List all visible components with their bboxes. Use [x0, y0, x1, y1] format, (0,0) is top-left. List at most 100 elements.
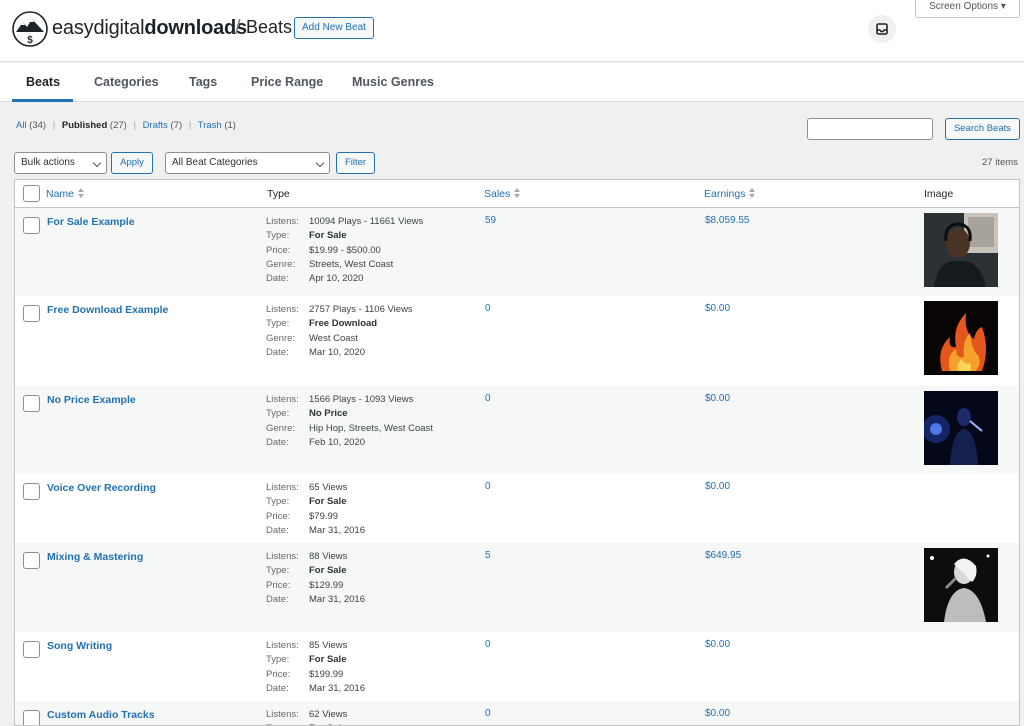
- beat-title-link[interactable]: Free Download Example: [47, 304, 168, 316]
- beat-category-select[interactable]: All Beat Categories: [165, 152, 330, 174]
- table-row: Custom Audio TracksListens:62 ViewsType:…: [15, 701, 1019, 725]
- chevron-down-icon: [315, 158, 325, 168]
- title-separator: /: [235, 17, 241, 39]
- meta-label: Listens:: [266, 482, 299, 493]
- column-name-header[interactable]: Name: [46, 188, 85, 200]
- apply-button[interactable]: Apply: [111, 152, 153, 174]
- meta-line: Type: Free Download: [266, 317, 413, 331]
- beat-title-link[interactable]: For Sale Example: [47, 216, 135, 228]
- meta-label: Type:: [266, 496, 290, 508]
- column-sales-header[interactable]: Sales: [484, 188, 521, 200]
- meta-label: Price:: [266, 579, 291, 591]
- meta-label: Price:: [266, 668, 291, 680]
- filter-all[interactable]: All: [16, 120, 27, 131]
- beat-thumbnail[interactable]: [924, 301, 998, 375]
- svg-text:$: $: [27, 35, 33, 46]
- tab-beats[interactable]: Beats: [26, 75, 60, 89]
- sales-link[interactable]: 0: [485, 481, 491, 492]
- meta-value: Mar 31, 2016: [309, 593, 365, 605]
- earnings-link[interactable]: $0.00: [705, 639, 730, 650]
- meta-label: Date:: [266, 682, 289, 694]
- edd-logo-icon: $: [12, 11, 48, 47]
- sort-icon: [78, 188, 85, 198]
- meta-label: Date:: [266, 524, 289, 536]
- row-checkbox[interactable]: [23, 552, 40, 569]
- beat-title-link[interactable]: Voice Over Recording: [47, 482, 156, 494]
- beat-title-link[interactable]: No Price Example: [47, 394, 136, 406]
- search-beats-button[interactable]: Search Beats: [945, 118, 1020, 140]
- beat-meta: Listens: 2757 Plays - 1106 Views Type: Free…: [266, 303, 413, 360]
- meta-value: Streets, West Coast: [309, 258, 394, 270]
- status-filter-links: All (34) | Published (27) | Drafts (7) |…: [16, 120, 236, 131]
- column-image-header: Image: [924, 188, 954, 200]
- meta-value: For Sale: [309, 654, 347, 666]
- inbox-button[interactable]: [868, 15, 896, 43]
- meta-label: Type:: [266, 565, 290, 577]
- tab-music-genres[interactable]: Music Genres: [352, 75, 434, 89]
- meta-line: Date: Mar 31, 2016: [266, 593, 365, 607]
- beat-thumbnail[interactable]: [924, 548, 998, 622]
- sort-icon: [514, 188, 521, 198]
- meta-value: $199.99: [309, 668, 344, 680]
- search-input[interactable]: [807, 118, 933, 140]
- bulk-actions-select[interactable]: Bulk actions: [14, 152, 107, 174]
- meta-label: Listens:: [266, 709, 299, 720]
- sales-link[interactable]: 0: [485, 393, 491, 404]
- meta-value: 88 Views: [309, 551, 348, 562]
- meta-label: Date:: [266, 273, 289, 285]
- inbox-icon: [876, 23, 888, 35]
- meta-value: 85 Views: [309, 640, 348, 651]
- tab-tags[interactable]: Tags: [189, 75, 217, 89]
- filter-published[interactable]: Published: [62, 120, 107, 131]
- earnings-link[interactable]: $0.00: [705, 303, 730, 314]
- top-header: $ easydigitaldownloads / Beats Add New B…: [0, 0, 1024, 62]
- beat-thumbnail[interactable]: [924, 213, 998, 287]
- sales-link[interactable]: 0: [485, 639, 491, 650]
- meta-label: Listens:: [266, 394, 299, 405]
- column-earnings-header[interactable]: Earnings: [704, 188, 756, 200]
- earnings-link[interactable]: $0.00: [705, 708, 730, 719]
- tab-price-range[interactable]: Price Range: [251, 75, 323, 89]
- filter-drafts[interactable]: Drafts: [143, 120, 168, 131]
- beat-title-link[interactable]: Custom Audio Tracks: [47, 709, 155, 721]
- sales-link[interactable]: 0: [485, 708, 491, 719]
- sales-link[interactable]: 0: [485, 303, 491, 314]
- beat-title-link[interactable]: Song Writing: [47, 640, 112, 652]
- meta-label: Price:: [266, 510, 291, 522]
- meta-label: Listens:: [266, 304, 299, 315]
- row-checkbox[interactable]: [23, 641, 40, 658]
- sales-link[interactable]: 5: [485, 550, 491, 561]
- meta-label: Listens:: [266, 551, 299, 562]
- meta-label: Type:: [266, 318, 290, 330]
- earnings-link[interactable]: $8,059.55: [705, 215, 750, 226]
- earnings-link[interactable]: $0.00: [705, 393, 730, 404]
- screen-options-button[interactable]: Screen Options ▾: [915, 0, 1020, 18]
- select-all-checkbox[interactable]: [23, 185, 40, 202]
- beat-title-link[interactable]: Mixing & Mastering: [47, 551, 143, 563]
- meta-label: Date:: [266, 436, 289, 448]
- tab-categories[interactable]: Categories: [94, 75, 159, 89]
- meta-value: West Coast: [309, 332, 358, 344]
- meta-line: Listens: 1566 Plays - 1093 Views: [266, 393, 433, 407]
- beat-thumbnail[interactable]: [924, 391, 998, 465]
- meta-line: Genre: West Coast: [266, 332, 413, 346]
- filter-button[interactable]: Filter: [336, 152, 375, 174]
- earnings-link[interactable]: $649.95: [705, 550, 741, 561]
- filter-trash[interactable]: Trash: [198, 120, 222, 131]
- meta-label: Price:: [266, 244, 291, 256]
- meta-label: Genre:: [266, 422, 296, 434]
- active-tab-indicator: [12, 99, 73, 102]
- row-checkbox[interactable]: [23, 483, 40, 500]
- meta-label: Date:: [266, 593, 289, 605]
- row-checkbox[interactable]: [23, 395, 40, 412]
- meta-value: $129.99: [309, 579, 344, 591]
- row-checkbox[interactable]: [23, 217, 40, 234]
- meta-value: Feb 10, 2020: [309, 436, 365, 448]
- add-new-beat-button[interactable]: Add New Beat: [294, 17, 374, 39]
- table-row: Song Writing Listens: 85 Views Type: For Sal…: [15, 632, 1019, 701]
- earnings-link[interactable]: $0.00: [705, 481, 730, 492]
- row-checkbox[interactable]: [23, 305, 40, 322]
- row-checkbox[interactable]: [23, 710, 40, 725]
- sales-link[interactable]: 59: [485, 215, 496, 226]
- meta-value: Apr 10, 2020: [309, 273, 364, 285]
